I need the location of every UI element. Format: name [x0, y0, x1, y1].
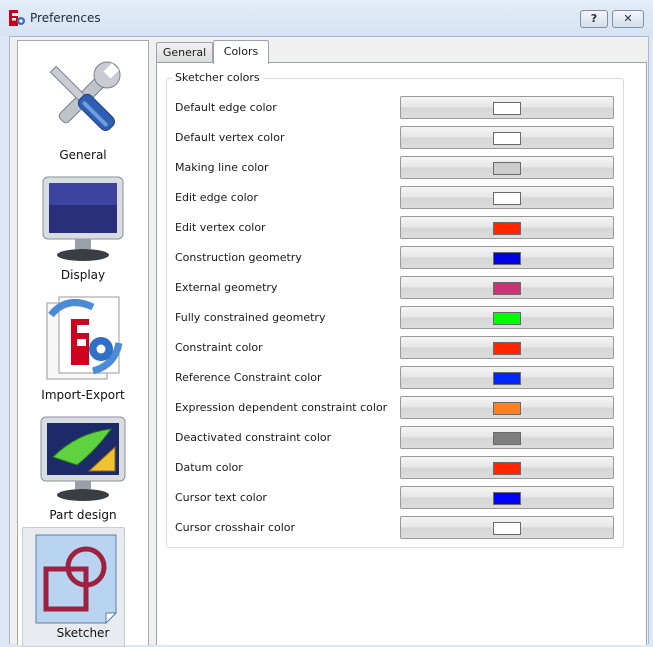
color-picker-button[interactable] [400, 96, 614, 119]
dialog-body: General Display Import-Export Part desig… [9, 36, 649, 647]
color-label: Default edge color [175, 101, 277, 114]
color-row: Fully constrained geometry [167, 303, 623, 333]
color-swatch [493, 252, 521, 265]
colors-tab-panel: Sketcher colors Default edge color Defau… [156, 62, 647, 645]
category-general[interactable]: General [18, 49, 148, 167]
color-picker-button[interactable] [400, 336, 614, 359]
color-label: Expression dependent constraint color [175, 401, 388, 414]
close-button[interactable]: ✕ [612, 10, 644, 28]
category-sketcher[interactable]: Sketcher [18, 527, 148, 647]
color-label: Making line color [175, 161, 269, 174]
color-row: Constraint color [167, 333, 623, 363]
color-row: Deactivated constraint color [167, 423, 623, 453]
color-swatch [493, 372, 521, 385]
category-label: General [59, 148, 107, 162]
sketcher-colors-group: Sketcher colors Default edge color Defau… [166, 71, 624, 548]
color-label: Reference Constraint color [175, 371, 322, 384]
color-label: Edit edge color [175, 191, 258, 204]
color-label: Constraint color [175, 341, 263, 354]
preferences-category-list[interactable]: General Display Import-Export Part desig… [17, 40, 149, 647]
help-button[interactable]: ? [580, 10, 608, 28]
color-label: Cursor text color [175, 491, 267, 504]
color-swatch [493, 192, 521, 205]
monitor-icon [42, 176, 124, 261]
color-picker-button[interactable] [400, 126, 614, 149]
color-picker-button[interactable] [400, 306, 614, 329]
category-label: Display [60, 268, 106, 282]
color-swatch [493, 402, 521, 415]
color-label: Cursor crosshair color [175, 521, 296, 534]
color-row: Reference Constraint color [167, 363, 623, 393]
color-swatch [493, 492, 521, 505]
color-picker-button[interactable] [400, 246, 614, 269]
color-row: Construction geometry [167, 243, 623, 273]
color-picker-button[interactable] [400, 276, 614, 299]
color-swatch [493, 162, 521, 175]
color-row: Making line color [167, 153, 623, 183]
import-export-icon [46, 296, 123, 380]
color-picker-button[interactable] [400, 396, 614, 419]
color-picker-button[interactable] [400, 456, 614, 479]
color-picker-button[interactable] [400, 516, 614, 539]
category-part-design[interactable]: Part design [18, 409, 148, 527]
color-picker-button[interactable] [400, 366, 614, 389]
color-swatch [493, 462, 521, 475]
part-design-icon [40, 416, 126, 501]
color-label: Datum color [175, 461, 243, 474]
window-title: Preferences [30, 11, 101, 25]
category-label: Part design [49, 508, 117, 522]
color-swatch [493, 522, 521, 535]
color-swatch [493, 282, 521, 295]
color-swatch [493, 132, 521, 145]
tab-general[interactable]: General [156, 42, 213, 62]
color-row: Default edge color [167, 93, 623, 123]
sketcher-icon [35, 534, 118, 625]
color-swatch [493, 432, 521, 445]
color-picker-button[interactable] [400, 426, 614, 449]
color-label: Construction geometry [175, 251, 302, 264]
color-picker-button[interactable] [400, 156, 614, 179]
category-label: Import-Export [41, 388, 125, 402]
category-label: Sketcher [56, 626, 110, 640]
color-label: Default vertex color [175, 131, 285, 144]
color-label: External geometry [175, 281, 278, 294]
category-display[interactable]: Display [18, 169, 148, 287]
color-label: Deactivated constraint color [175, 431, 332, 444]
freecad-app-icon [9, 10, 25, 26]
category-import-export[interactable]: Import-Export [18, 289, 148, 407]
title-bar: Preferences ? ✕ [0, 0, 653, 36]
color-swatch [493, 342, 521, 355]
group-title: Sketcher colors [172, 71, 263, 84]
tab-colors[interactable]: Colors [213, 40, 269, 64]
color-row: Datum color [167, 453, 623, 483]
wrench-screwdriver-icon [49, 61, 121, 131]
color-row: Expression dependent constraint color [167, 393, 623, 423]
color-swatch [493, 102, 521, 115]
color-row: Cursor text color [167, 483, 623, 513]
color-row: Default vertex color [167, 123, 623, 153]
color-label: Fully constrained geometry [175, 311, 326, 324]
color-row: Edit vertex color [167, 213, 623, 243]
color-swatch [493, 312, 521, 325]
color-picker-button[interactable] [400, 216, 614, 239]
color-picker-button[interactable] [400, 186, 614, 209]
color-picker-button[interactable] [400, 486, 614, 509]
color-label: Edit vertex color [175, 221, 266, 234]
color-row: Edit edge color [167, 183, 623, 213]
color-row: Cursor crosshair color [167, 513, 623, 543]
color-swatch [493, 222, 521, 235]
color-row: External geometry [167, 273, 623, 303]
